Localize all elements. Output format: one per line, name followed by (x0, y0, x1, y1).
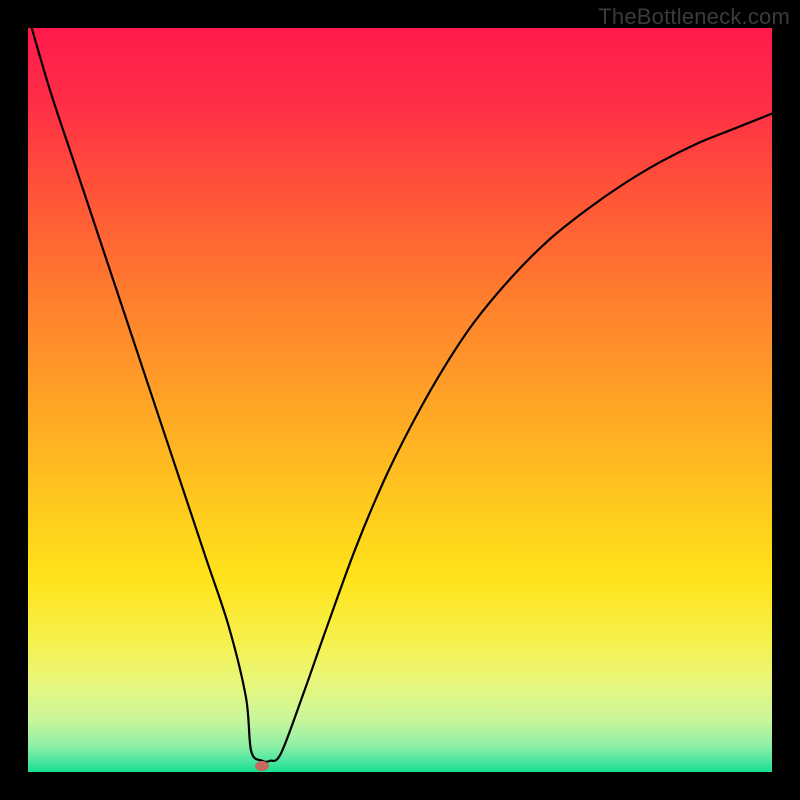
plot-svg (28, 28, 772, 772)
watermark-text: TheBottleneck.com (598, 4, 790, 30)
chart-frame: TheBottleneck.com (0, 0, 800, 800)
optimal-point-marker (255, 761, 269, 771)
plot-area (28, 28, 772, 772)
gradient-background (28, 28, 772, 772)
